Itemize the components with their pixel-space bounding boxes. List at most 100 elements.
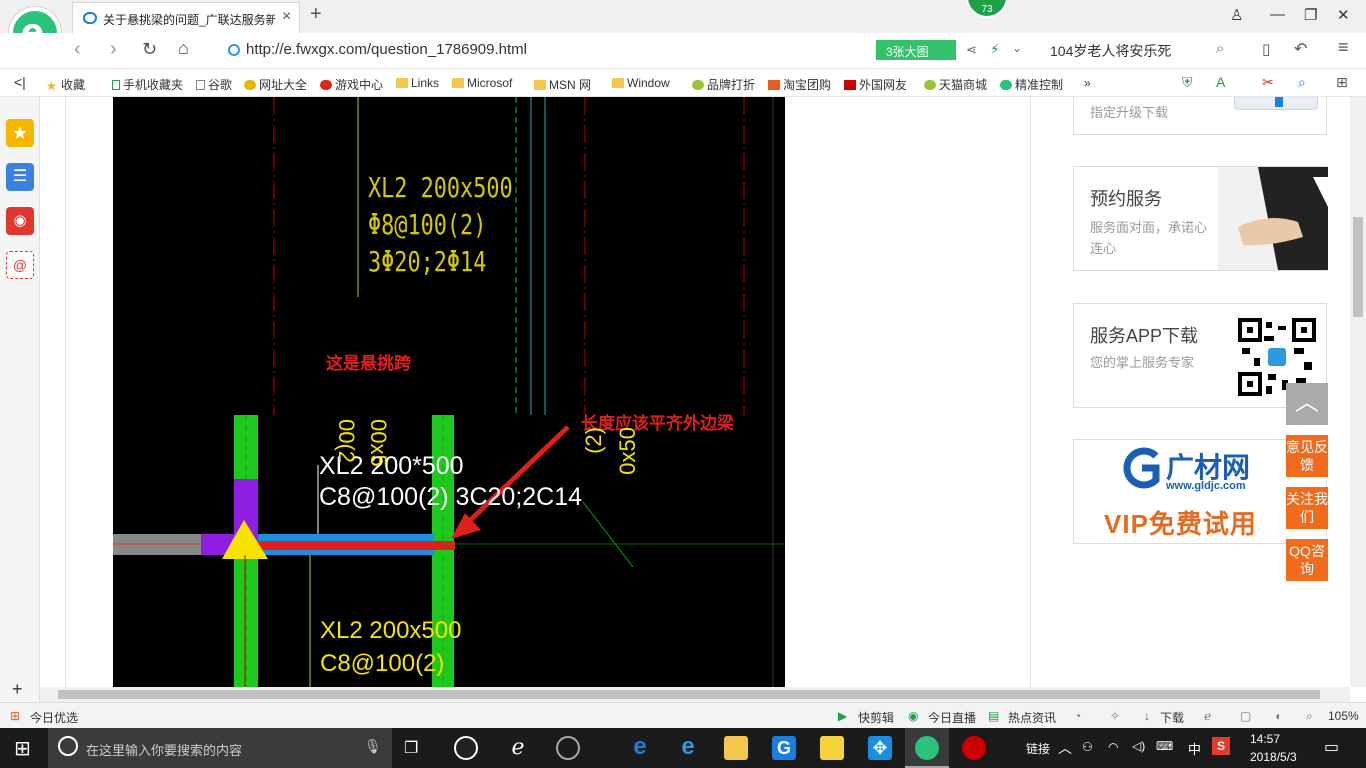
menu-icon[interactable]: ≡	[1338, 37, 1349, 58]
back-icon[interactable]: ‹	[74, 38, 81, 61]
scissors-icon[interactable]: ✂	[1262, 74, 1274, 91]
service-card[interactable]: 预约服务 服务面对面，承诺心连心	[1073, 166, 1328, 271]
shirt-icon[interactable]: ♙	[1230, 6, 1243, 24]
back-to-top-button[interactable]: ︿	[1286, 383, 1328, 425]
bookmark-folder[interactable]: Links	[396, 76, 439, 90]
sound-icon[interactable]: ◖	[1274, 709, 1281, 723]
shield-icon[interactable]: ⛨	[1182, 74, 1193, 91]
close-window-icon[interactable]: ✕	[1337, 6, 1350, 24]
spiral-app-icon[interactable]	[556, 736, 580, 760]
refresh-icon[interactable]: ↻	[142, 39, 157, 60]
glodon-app-icon[interactable]: G	[772, 736, 796, 760]
sogou-icon[interactable]: S	[1212, 737, 1230, 755]
minimize-icon[interactable]: —	[1270, 6, 1285, 23]
active-app-highlight[interactable]	[905, 728, 949, 768]
beam-label-top: XL2 200x500 Φ8@100(2) 3Φ20;2Φ14	[368, 171, 513, 278]
bookmark-item[interactable]: ★ 收藏	[46, 76, 85, 93]
close-tab-icon[interactable]: ×	[282, 8, 291, 26]
new-tab-icon[interactable]: +	[310, 3, 322, 26]
browser-tab[interactable]: 关于悬挑梁的问题_广联达服务新干线 ×	[72, 2, 300, 33]
follow-button[interactable]: 关注我们	[1286, 487, 1328, 529]
bookmark-item[interactable]: 游戏中心	[320, 76, 383, 93]
status-item[interactable]: 热点资讯	[1008, 709, 1056, 726]
chevron-down-icon[interactable]: ⌄	[1012, 41, 1022, 55]
wifi-icon[interactable]: ◠	[1108, 740, 1118, 754]
reader-icon[interactable]: ☰	[6, 163, 34, 191]
speed-icon[interactable]: ◔	[1074, 709, 1081, 723]
chevron-up-icon[interactable]: ︿	[1058, 738, 1072, 758]
status-item[interactable]: 今日直播	[928, 709, 976, 726]
bookmark-item[interactable]: 精准控制	[1000, 76, 1063, 93]
sidebar-toggle-icon[interactable]: <|	[14, 74, 26, 90]
qq-consult-button[interactable]: QQ咨询	[1286, 539, 1328, 581]
browser-e-icon[interactable]: ℯ	[506, 736, 530, 760]
zoom-level[interactable]: 105%	[1328, 709, 1359, 723]
bookmark-item[interactable]: 网址大全	[244, 76, 307, 93]
bookmark-folder[interactable]: MSN 网	[534, 76, 591, 93]
translate-icon[interactable]: A	[1216, 74, 1225, 90]
notification-center-icon[interactable]: ▭	[1324, 737, 1339, 757]
ie-icon[interactable]: e	[676, 735, 700, 760]
keyboard-icon[interactable]: ⌨	[1156, 739, 1173, 753]
pinwheel-app-icon[interactable]	[454, 736, 478, 760]
bookmark-folder[interactable]: Window	[612, 76, 670, 90]
search-icon[interactable]: ⌕	[1216, 40, 1224, 57]
windows-start-icon[interactable]: ⊞	[14, 736, 31, 761]
daily-picks-link[interactable]: 今日优选	[30, 709, 78, 726]
more-bookmarks-icon[interactable]: »	[1084, 76, 1091, 90]
lightning-icon[interactable]: ⚡	[990, 41, 1000, 58]
favorites-icon[interactable]: ★	[6, 119, 34, 147]
ime-indicator[interactable]: 中	[1188, 739, 1201, 758]
status-item[interactable]: 下载	[1160, 709, 1184, 726]
move-app-icon[interactable]: ✥	[868, 736, 892, 760]
window-icon[interactable]: ▢	[1240, 709, 1251, 723]
search-input[interactable]: 104岁老人将安乐死	[1050, 41, 1171, 61]
scroll-thumb[interactable]	[58, 690, 1320, 699]
url-field[interactable]: http://e.fwxgx.com/question_1786909.html	[220, 37, 860, 63]
home-icon[interactable]: ⌂	[178, 38, 189, 59]
weibo-icon[interactable]: ◉	[6, 207, 34, 235]
file-explorer-icon[interactable]	[724, 736, 748, 760]
ad-url: www.gldjc.com	[1166, 480, 1246, 492]
status-item[interactable]: 快剪辑	[858, 709, 894, 726]
vertical-scrollbar[interactable]	[1350, 97, 1366, 687]
taskbar-search[interactable]: 在这里输入你要搜索的内容 🎙	[48, 728, 392, 768]
ie-mode-icon[interactable]: ℯ	[1204, 709, 1211, 723]
clean-icon[interactable]: ✧	[1110, 709, 1120, 723]
bookmark-item[interactable]: 外国网友	[844, 76, 907, 93]
big-image-button[interactable]: 3张大图	[876, 40, 956, 60]
people-icon[interactable]: ⚇	[1082, 740, 1093, 754]
bookmark-item[interactable]: 品牌打折	[692, 76, 755, 93]
notes-app-icon[interactable]	[820, 736, 844, 760]
feedback-button[interactable]: 意见反馈	[1286, 435, 1328, 477]
mic-icon[interactable]: 🎙	[364, 738, 382, 755]
horizontal-scrollbar[interactable]	[40, 687, 1350, 702]
add-icon[interactable]: +	[12, 679, 23, 700]
links-label[interactable]: 链接	[1026, 740, 1050, 757]
apps-icon[interactable]: ⊞	[1336, 74, 1348, 91]
bookmark-folder[interactable]: Microsof	[452, 76, 512, 90]
bookmark-item[interactable]: 谷歌	[196, 76, 232, 93]
edge-icon[interactable]: e	[628, 735, 652, 760]
seal-app-icon[interactable]	[962, 736, 986, 760]
share-icon[interactable]: ⋖	[966, 42, 977, 58]
clock-date[interactable]: 2018/5/3	[1250, 750, 1297, 764]
bookmark-item[interactable]: 手机收藏夹	[112, 76, 183, 93]
undo-icon[interactable]: ↶	[1294, 39, 1307, 59]
volume-icon[interactable]: ◁)	[1132, 739, 1145, 753]
bookmark-item[interactable]: 淘宝团购	[768, 76, 831, 93]
search-tool-icon[interactable]: ⌕	[1298, 74, 1306, 91]
upgrade-card[interactable]: 指定升级下载	[1073, 97, 1327, 135]
mail-icon[interactable]: @	[6, 251, 34, 279]
clock-time[interactable]: 14:57	[1250, 732, 1280, 746]
zoom-icon[interactable]: ⌕	[1306, 709, 1313, 724]
phone-icon[interactable]: ▯	[1262, 40, 1270, 58]
forward-icon[interactable]: ›	[110, 38, 117, 61]
divider	[1030, 97, 1031, 687]
task-view-icon[interactable]: ❐	[404, 738, 418, 758]
url-text[interactable]: http://e.fwxgx.com/question_1786909.html	[246, 41, 527, 58]
scroll-thumb[interactable]	[1353, 217, 1363, 317]
bookmark-item[interactable]: 天猫商城	[924, 76, 987, 93]
restore-icon[interactable]: ❐	[1304, 6, 1317, 24]
notification-badge[interactable]: 73	[966, 0, 1008, 18]
